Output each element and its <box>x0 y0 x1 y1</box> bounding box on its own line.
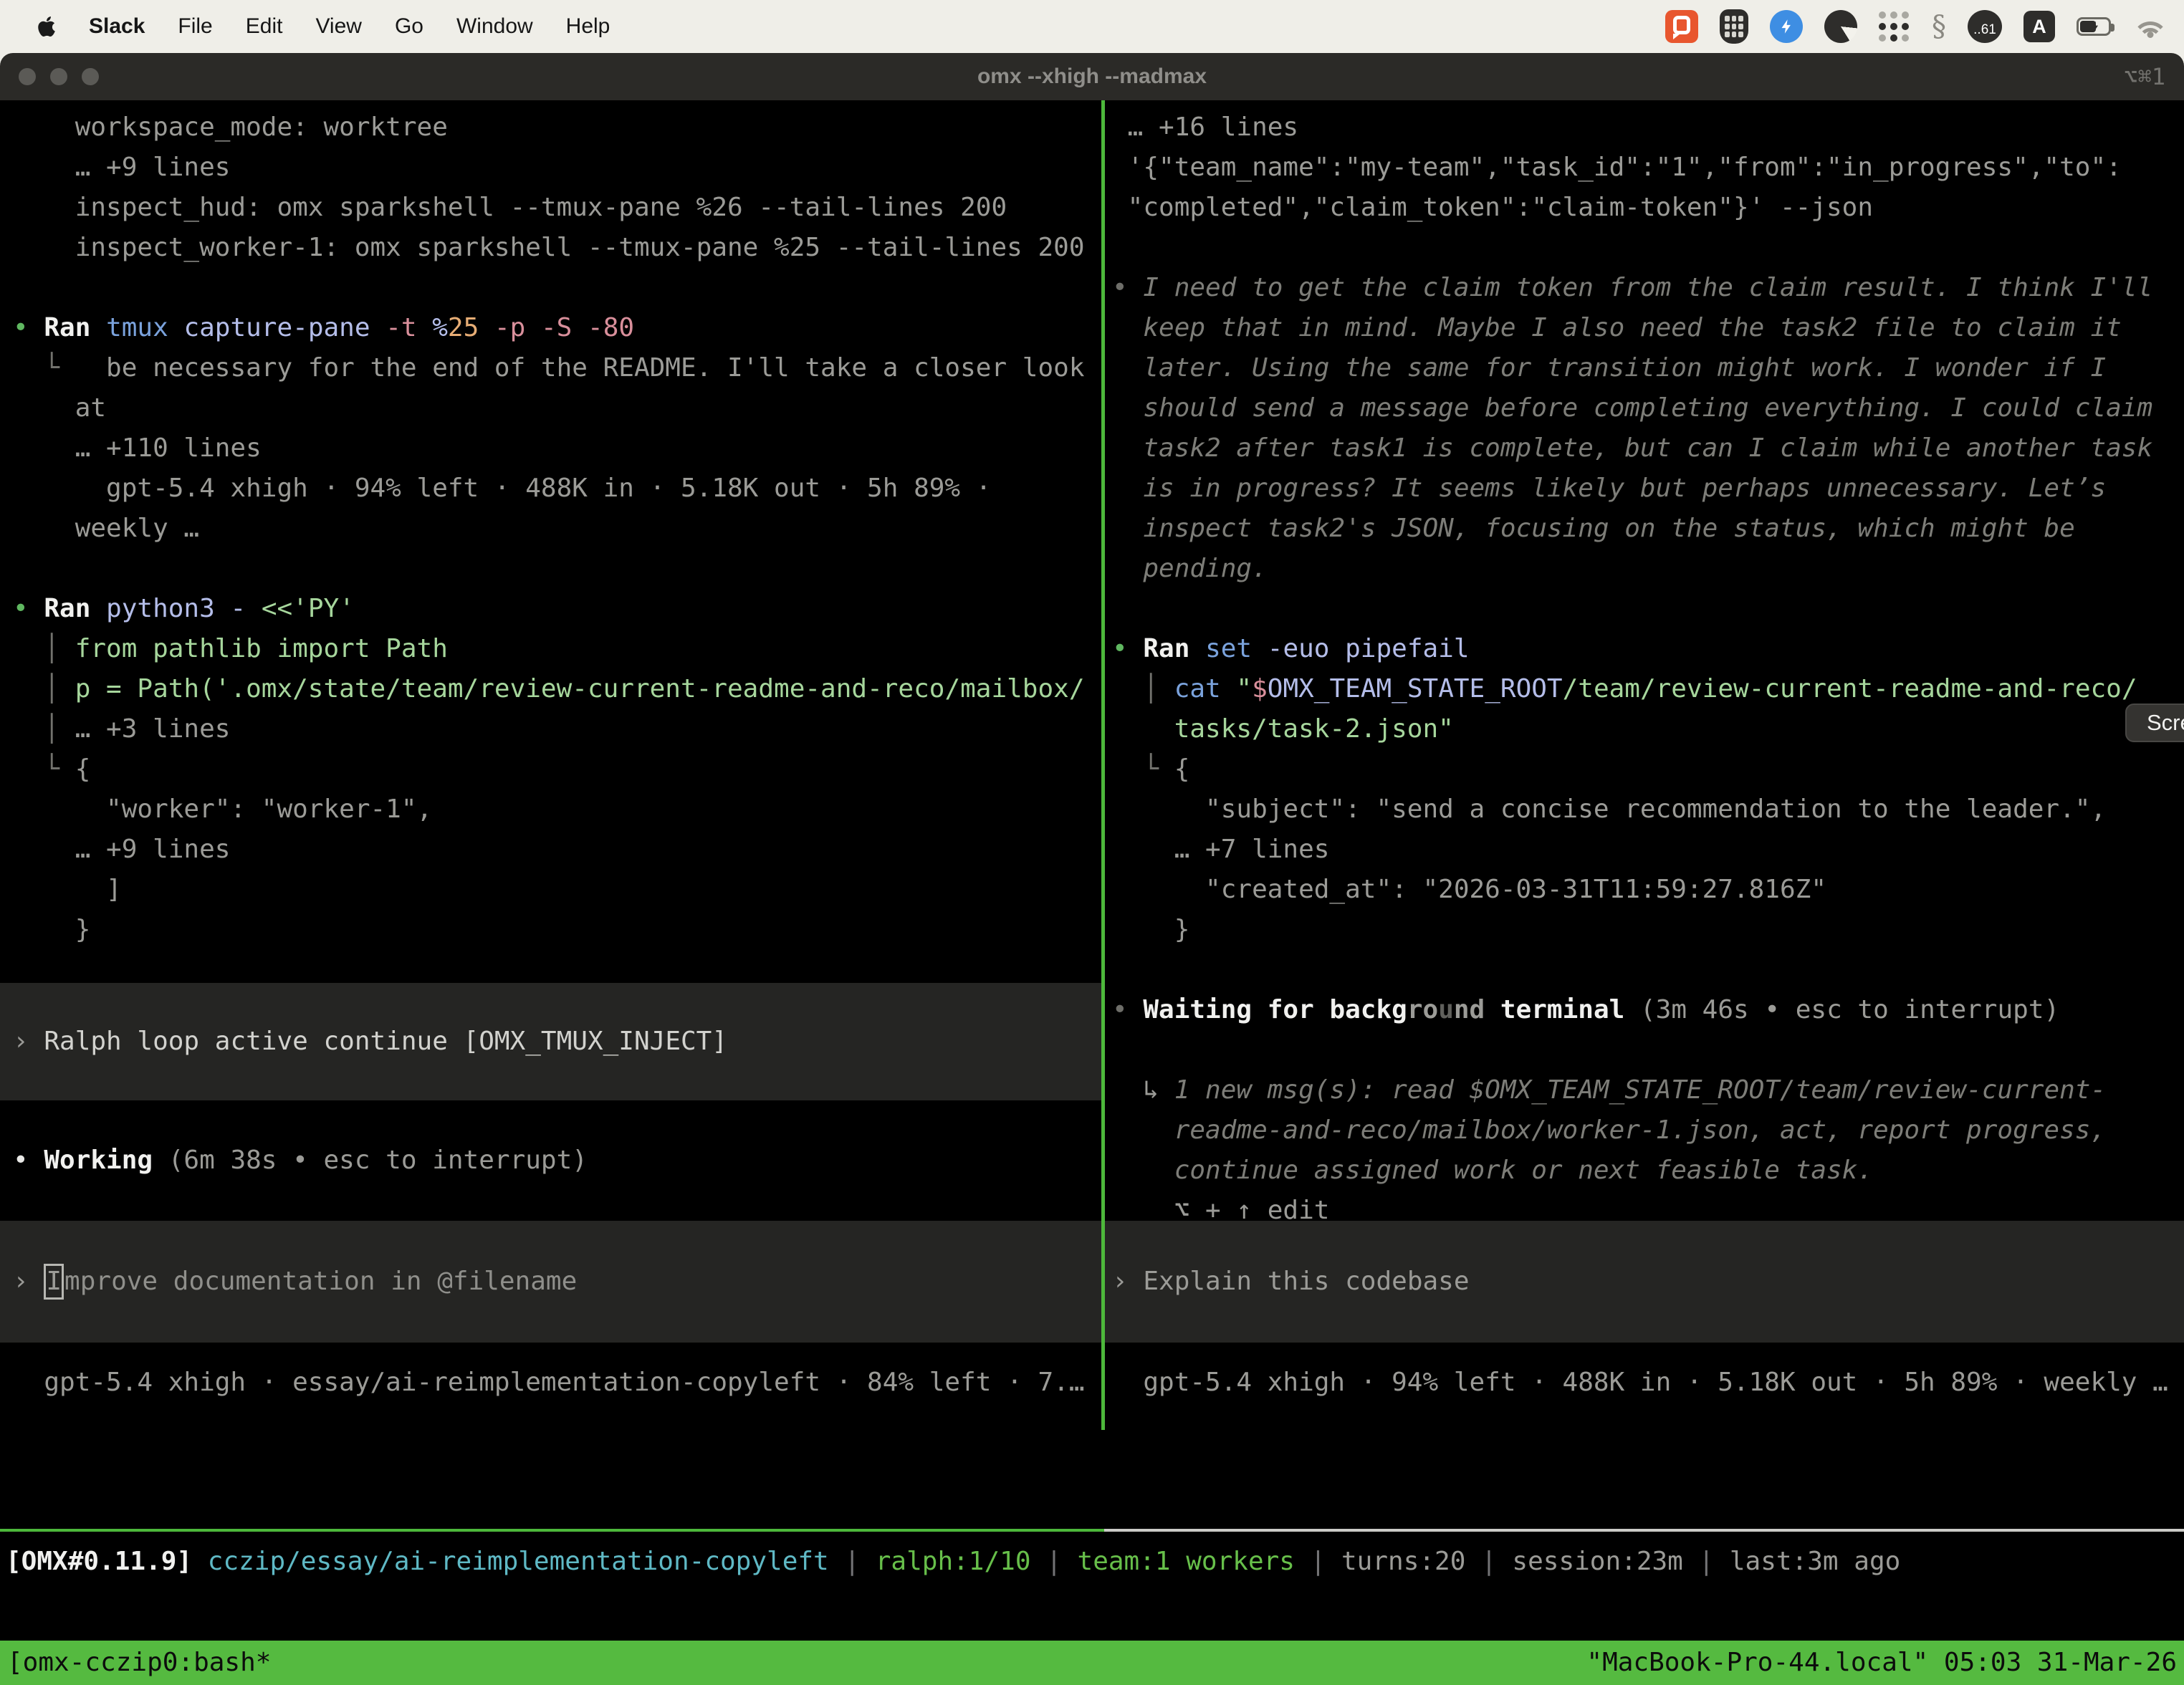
terminal-line: continue assigned work or next feasible … <box>1112 1151 2184 1191</box>
terminal-line: is in progress? It seems likely but perh… <box>1112 469 2184 509</box>
terminal-line: task2 after task1 is complete, but can I… <box>1112 428 2184 469</box>
terminal[interactable]: workspace_mode: worktree … +9 lines insp… <box>0 100 2184 1599</box>
terminal-line: │ cat "$OMX_TEAM_STATE_ROOT/team/review-… <box>1112 669 2184 709</box>
terminal-line: readme-and-reco/mailbox/worker-1.json, a… <box>1112 1110 2184 1151</box>
terminal-output-left: workspace_mode: worktree … +9 lines insp… <box>0 107 1101 950</box>
pie-chart-icon[interactable] <box>1824 10 1857 43</box>
terminal-output-right: … +16 lines '{"team_name":"my-team","tas… <box>1105 107 2184 1231</box>
dots-grid-icon[interactable] <box>1879 11 1910 42</box>
prompt-chevron: › <box>13 1262 44 1302</box>
terminal-line: "completed","claim_token":"claim-token"}… <box>1112 188 2184 228</box>
terminal-line: • Waiting for background terminal (3m 46… <box>1112 990 2184 1030</box>
tmux-status-bar: [omx-cczip0:bash* "MacBook-Pro-44.local"… <box>0 1641 2184 1685</box>
menu-bar: Slack File Edit View Go Window Help § ..61 A <box>0 0 2184 53</box>
terminal-line: later. Using the same for transition mig… <box>1112 348 2184 388</box>
terminal-line: gpt-5.4 xhigh · 94% left · 488K in · 5.1… <box>13 469 1101 509</box>
ralph-loop-banner: › Ralph loop active continue [OMX_TMUX_I… <box>0 983 1101 1100</box>
text-cursor: I <box>44 1264 64 1300</box>
pane-hud[interactable]: … +16 lines '{"team_name":"my-team","tas… <box>1105 100 2184 1430</box>
menu-item-edit[interactable]: Edit <box>246 14 283 39</box>
terminal-line: at <box>13 388 1101 428</box>
terminal-line: … +110 lines <box>13 428 1101 469</box>
window-title-bar[interactable]: omx --xhigh --madmax ⌥⌘1 <box>0 53 2184 100</box>
menu-item-view[interactable]: View <box>315 14 361 39</box>
terminal-line: └ be necessary for the end of the README… <box>13 348 1101 388</box>
terminal-line: } <box>1112 910 2184 950</box>
prompt-chevron: › <box>1112 1262 1143 1302</box>
terminal-line <box>1112 589 2184 629</box>
terminal-line: "worker": "worker-1", <box>13 789 1101 830</box>
terminal-line: │ … +3 lines <box>13 709 1101 749</box>
tmux-host-clock: "MacBook-Pro-44.local" 05:03 31-Mar-26 <box>1586 1643 2177 1683</box>
terminal-line: … +7 lines <box>1112 830 2184 870</box>
terminal-line: └ { <box>1112 749 2184 789</box>
terminal-line: … +9 lines <box>13 148 1101 188</box>
tmux-session-label[interactable]: [omx-cczip0:bash* <box>7 1643 271 1683</box>
terminal-line: workspace_mode: worktree <box>13 107 1101 148</box>
terminal-line: ↳ 1 new msg(s): read $OMX_TEAM_STATE_ROO… <box>1112 1070 2184 1110</box>
pane-worker[interactable]: workspace_mode: worktree … +9 lines insp… <box>0 100 1101 1430</box>
prompt-input-right[interactable]: › Explain this codebase <box>1105 1221 2184 1343</box>
menu-item-help[interactable]: Help <box>566 14 610 39</box>
omx-status-line: [OMX#0.11.9] cczip/essay/ai-reimplementa… <box>0 1542 2184 1582</box>
terminal-line <box>1112 228 2184 268</box>
menu-item-slack[interactable]: Slack <box>89 14 145 39</box>
terminal-line <box>1112 950 2184 990</box>
terminal-line: tasks/task-2.json" <box>1112 709 2184 749</box>
wifi-icon[interactable] <box>2132 13 2168 40</box>
terminal-line: "subject": "send a concise recommendatio… <box>1112 789 2184 830</box>
model-status-right: gpt-5.4 xhigh · 94% left · 488K in · 5.1… <box>1105 1363 2184 1403</box>
window-title: omx --xhigh --madmax <box>0 64 2184 89</box>
terminal-line: weekly … <box>13 509 1101 549</box>
prompt-placeholder: Explain this codebase <box>1143 1262 1469 1302</box>
terminal-line: should send a message before completing … <box>1112 388 2184 428</box>
terminal-line <box>13 268 1101 308</box>
terminal-line <box>13 549 1101 589</box>
terminal-line: inspect_worker-1: omx sparkshell --tmux-… <box>13 228 1101 268</box>
prompt-input-left[interactable]: › Improve documentation in @filename <box>0 1221 1101 1343</box>
screen-tooltip: Scre <box>2125 704 2184 742</box>
chat-app-icon[interactable] <box>1665 10 1698 43</box>
prompt-placeholder: mprove documentation in @filename <box>64 1262 577 1302</box>
menu-item-file[interactable]: File <box>178 14 212 39</box>
terminal-line: • Ran tmux capture-pane -t %25 -p -S -80 <box>13 308 1101 348</box>
menu-item-go[interactable]: Go <box>395 14 423 39</box>
pane-border-inactive <box>1104 1529 2184 1532</box>
battery-charging-icon[interactable] <box>2077 17 2111 36</box>
blue-bolt-badge-icon[interactable] <box>1770 10 1803 43</box>
shield-grid-icon[interactable] <box>1720 9 1748 44</box>
terminal-line: '{"team_name":"my-team","task_id":"1","f… <box>1112 148 2184 188</box>
menu-item-window[interactable]: Window <box>456 14 533 39</box>
terminal-line: "created_at": "2026-03-31T11:59:27.816Z" <box>1112 870 2184 910</box>
terminal-line: inspect task2's JSON, focusing on the st… <box>1112 509 2184 549</box>
terminal-line: • Ran set -euo pipefail <box>1112 629 2184 669</box>
terminal-line: ] <box>13 870 1101 910</box>
terminal-line: … +16 lines <box>1112 107 2184 148</box>
terminal-line: └ { <box>13 749 1101 789</box>
input-source-a-icon[interactable]: A <box>2023 11 2055 42</box>
pane-border-active <box>0 1529 1104 1532</box>
terminal-line: • I need to get the claim token from the… <box>1112 268 2184 308</box>
percent-badge-61-icon[interactable]: ..61 <box>1968 10 2002 43</box>
terminal-line <box>1112 1030 2184 1070</box>
terminal-line: │ p = Path('.omx/state/team/review-curre… <box>13 669 1101 709</box>
terminal-line: │ from pathlib import Path <box>13 629 1101 669</box>
apple-logo-icon[interactable] <box>37 15 56 38</box>
terminal-line: … +9 lines <box>13 830 1101 870</box>
squiggle-icon[interactable]: § <box>1932 10 1946 43</box>
terminal-line: inspect_hud: omx sparkshell --tmux-pane … <box>13 188 1101 228</box>
terminal-line: } <box>13 910 1101 950</box>
terminal-line: • Ran python3 - <<'PY' <box>13 589 1101 629</box>
terminal-line: keep that in mind. Maybe I also need the… <box>1112 308 2184 348</box>
terminal-line: pending. <box>1112 549 2184 589</box>
working-status: • Working (6m 38s • esc to interrupt) <box>0 1141 1101 1181</box>
model-status-left: gpt-5.4 xhigh · essay/ai-reimplementatio… <box>0 1363 1101 1403</box>
